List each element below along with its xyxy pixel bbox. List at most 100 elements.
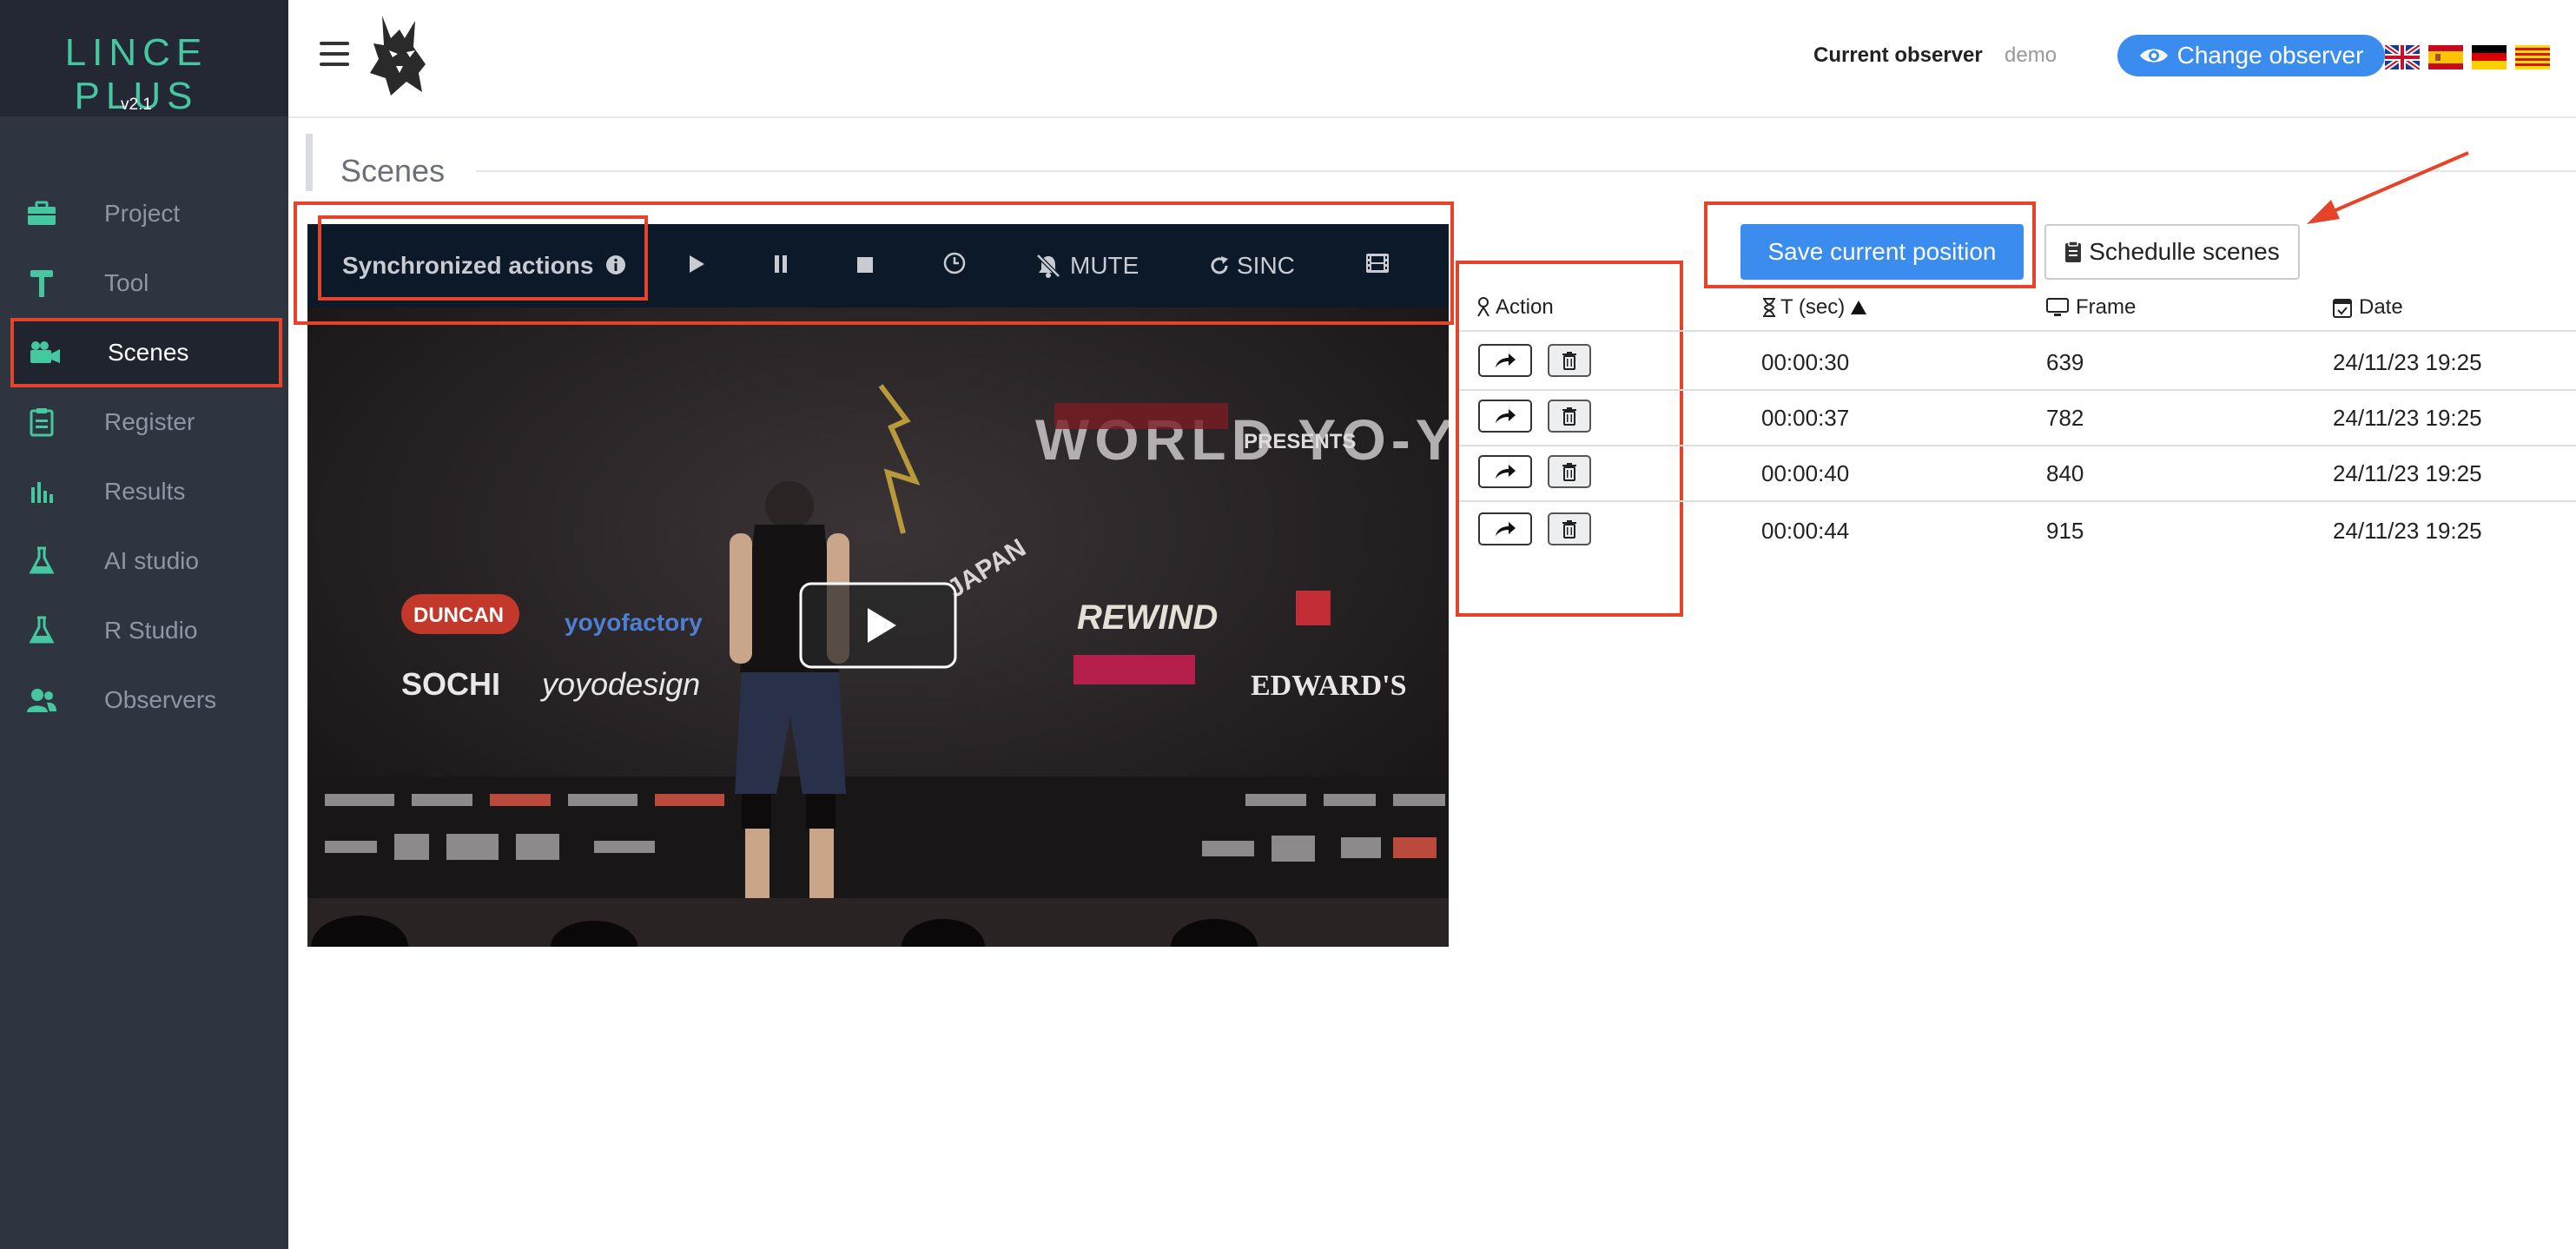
save-current-position-button[interactable]: Save current position (1740, 224, 2024, 280)
sidebar-item-label: Observers (104, 686, 217, 713)
scene-date: 24/11/23 19:25 (2333, 349, 2482, 375)
scene-time: 00:00:30 (1761, 349, 1850, 375)
sponsor-sochi: SOCHI (401, 666, 500, 702)
info-icon[interactable] (605, 254, 626, 281)
menu-toggle-icon[interactable] (320, 42, 349, 66)
current-observer-label: Current observer (1813, 43, 1983, 67)
table-divider (1459, 500, 2576, 502)
delete-scene-button[interactable] (1548, 344, 1591, 377)
sidebar: LINCE PLUS v2.1 Project Tool Scenes Regi… (0, 0, 288, 1249)
share-arrow-icon (1494, 352, 1516, 369)
share-arrow-icon (1494, 520, 1516, 538)
stop-icon (856, 252, 874, 280)
mute-button[interactable]: MUTE (1035, 248, 1139, 283)
sidebar-item-label: Tool (104, 269, 149, 296)
sponsor-duncan: DUNCAN (413, 604, 504, 627)
sort-ascending-icon (1850, 300, 1867, 315)
trash-icon (1562, 351, 1577, 370)
sidebar-item-results[interactable]: Results (10, 457, 282, 526)
scene-frame: 840 (2046, 460, 2084, 486)
scene-frame: 639 (2046, 349, 2084, 375)
column-header-time[interactable]: T (sec) (1761, 295, 1867, 320)
sidebar-item-register[interactable]: Register (10, 387, 282, 457)
change-observer-button[interactable]: Change observer (2117, 35, 2385, 76)
play-button[interactable] (688, 248, 705, 283)
sidebar-item-tool[interactable]: Tool (10, 248, 282, 318)
schedule-scenes-button[interactable]: Schedulle scenes (2044, 224, 2300, 280)
video-camera-icon (28, 335, 63, 370)
video-player[interactable]: WORLD YO-YO CONTEST 2023 PRESENTS DUNCAN… (307, 307, 1449, 947)
video-frame: WORLD YO-YO CONTEST 2023 PRESENTS DUNCAN… (307, 307, 1449, 947)
scene-date: 24/11/23 19:25 (2333, 518, 2482, 544)
scene-time: 00:00:40 (1761, 460, 1850, 486)
users-icon (24, 683, 59, 717)
sidebar-item-project[interactable]: Project (10, 179, 282, 248)
scene-time: 00:00:37 (1761, 405, 1850, 431)
flask-icon (24, 613, 59, 648)
eye-icon (2139, 46, 2169, 65)
app-version: v2.1 (121, 96, 152, 114)
sponsor-yoyodesign: yoyodesign (539, 666, 700, 702)
film-icon (1365, 252, 1390, 280)
flag-spanish-icon[interactable] (2428, 45, 2463, 69)
flask-icon (24, 544, 59, 578)
briefcase-icon (24, 196, 59, 231)
trash-icon (1562, 519, 1577, 539)
sinc-button[interactable]: SINC (1209, 248, 1295, 283)
go-to-scene-button[interactable] (1478, 400, 1532, 433)
title-accent-bar (306, 134, 313, 191)
sidebar-item-scenes[interactable]: Scenes (10, 318, 282, 387)
flag-english-icon[interactable] (2383, 43, 2421, 72)
column-header-frame: Frame (2046, 295, 2136, 320)
flag-catalan-icon[interactable] (2515, 45, 2550, 69)
clipboard-icon (2064, 241, 2082, 263)
change-observer-label: Change observer (2176, 42, 2364, 69)
pause-button[interactable] (773, 248, 789, 283)
sinc-label: SINC (1237, 252, 1295, 279)
synchronized-actions-label: Synchronized actions (342, 252, 626, 281)
sidebar-item-label: Project (104, 200, 181, 227)
table-divider (1459, 330, 2576, 332)
column-header-frame-label: Frame (2076, 295, 2137, 319)
clipboard-icon (24, 405, 59, 439)
sponsor-edwards: EDWARD'S (1251, 670, 1406, 702)
clock-icon (943, 252, 966, 281)
scene-frame: 915 (2046, 518, 2084, 544)
sponsor-yoyofactory: yoyofactory (565, 609, 703, 636)
go-to-scene-button[interactable] (1478, 455, 1532, 488)
sidebar-item-label: AI studio (104, 547, 199, 574)
clock-button[interactable] (943, 248, 966, 283)
wolf-logo (365, 12, 433, 103)
share-arrow-icon (1494, 463, 1516, 480)
go-to-scene-button[interactable] (1478, 344, 1532, 377)
delete-scene-button[interactable] (1548, 512, 1591, 545)
table-divider (1459, 445, 2576, 446)
go-to-scene-button[interactable] (1478, 512, 1532, 545)
sponsor-rewind: REWIND (1077, 598, 1218, 637)
sidebar-item-r-studio[interactable]: R Studio (10, 596, 282, 665)
video-presents: PRESENTS (1244, 430, 1356, 453)
bell-slash-icon (1035, 254, 1061, 278)
page-title: Scenes (340, 153, 446, 188)
current-observer-name: demo (2005, 43, 2057, 67)
sidebar-item-observers[interactable]: Observers (10, 665, 282, 735)
column-header-date-label: Date (2359, 295, 2403, 319)
scene-date: 24/11/23 19:25 (2333, 405, 2482, 431)
refresh-icon (1209, 255, 1230, 276)
sidebar-item-ai-studio[interactable]: AI studio (10, 526, 282, 596)
hourglass-icon (1761, 297, 1777, 318)
sidebar-item-label: R Studio (104, 617, 198, 644)
bar-chart-icon (24, 474, 59, 509)
delete-scene-button[interactable] (1548, 400, 1591, 433)
synchronized-actions-text: Synchronized actions (342, 252, 594, 279)
scene-frame: 782 (2046, 405, 2084, 431)
title-divider (476, 170, 2576, 172)
flag-german-icon[interactable] (2472, 45, 2507, 69)
film-button[interactable] (1365, 248, 1390, 283)
schedule-scenes-label: Schedulle scenes (2089, 238, 2280, 265)
trash-icon (1562, 462, 1577, 481)
stop-button[interactable] (856, 248, 874, 283)
play-icon (688, 252, 705, 280)
delete-scene-button[interactable] (1548, 455, 1591, 488)
scene-time: 00:00:44 (1761, 518, 1850, 544)
